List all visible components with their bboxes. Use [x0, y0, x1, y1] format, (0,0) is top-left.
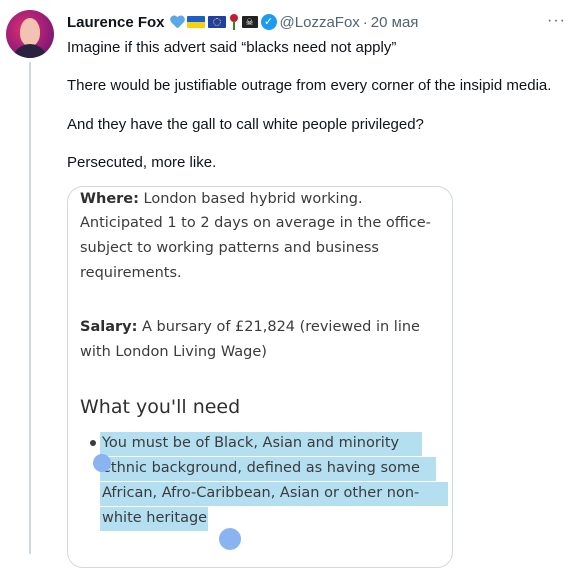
author-handle[interactable]: @LozzaFox	[280, 14, 360, 31]
tweet-paragraph: There would be justifiable outrage from …	[67, 77, 552, 94]
attached-image[interactable]: Where: London based hybrid working. Anti…	[67, 186, 453, 568]
requirement-line: You must be of Black, Asian and minority	[102, 435, 400, 451]
selection-start-handle	[93, 454, 111, 472]
tweet-paragraph: And they have the gall to call white peo…	[67, 116, 424, 133]
tweet-paragraph: Persecuted, more like.	[67, 154, 217, 171]
ukraine-flag-icon	[186, 16, 205, 28]
salary-line: with London Living Wage)	[80, 344, 267, 360]
where-line: Anticipated 1 to 2 days on average in th…	[80, 215, 431, 231]
author-avatar[interactable]	[6, 10, 54, 58]
bullet-point	[90, 440, 96, 446]
requirement-line: white heritage	[102, 510, 208, 526]
avatar-shirt	[12, 44, 48, 58]
where-line: requirements.	[80, 265, 182, 281]
tweet-timestamp[interactable]: 20 мая	[371, 14, 419, 31]
tweet-header: Laurence Fox ☠ ✓ @LozzaFox · 20 мая	[67, 12, 540, 32]
selection-end-handle	[219, 528, 241, 550]
verified-badge-icon[interactable]: ✓	[260, 14, 277, 30]
section-heading: What you'll need	[80, 396, 241, 418]
requirement-line: ethnic background, defined as having som…	[102, 460, 420, 476]
where-line: subject to working patterns and business	[80, 240, 379, 256]
separator-dot: ·	[362, 13, 368, 31]
where-text: London based hybrid working.	[138, 191, 363, 207]
pirate-flag-icon: ☠	[241, 16, 258, 28]
where-line: Where: London based hybrid working.	[80, 191, 363, 207]
avatar-face	[20, 18, 40, 46]
more-options-icon[interactable]: ···	[547, 12, 566, 30]
requirement-line: African, Afro-Caribbean, Asian or other …	[102, 485, 420, 501]
blue-heart-icon	[170, 16, 184, 29]
salary-text: A bursary of £21,824 (reviewed in line	[137, 319, 420, 335]
where-label: Where:	[80, 191, 139, 207]
thread-connector-line	[29, 62, 31, 554]
eu-flag-icon	[207, 16, 226, 28]
tweet-paragraph: Imagine if this advert said “blacks need…	[67, 39, 397, 56]
salary-line: Salary: A bursary of £21,824 (reviewed i…	[80, 319, 420, 335]
author-name[interactable]: Laurence Fox	[67, 14, 165, 31]
red-rose-icon	[229, 14, 239, 30]
salary-label: Salary:	[80, 319, 138, 335]
